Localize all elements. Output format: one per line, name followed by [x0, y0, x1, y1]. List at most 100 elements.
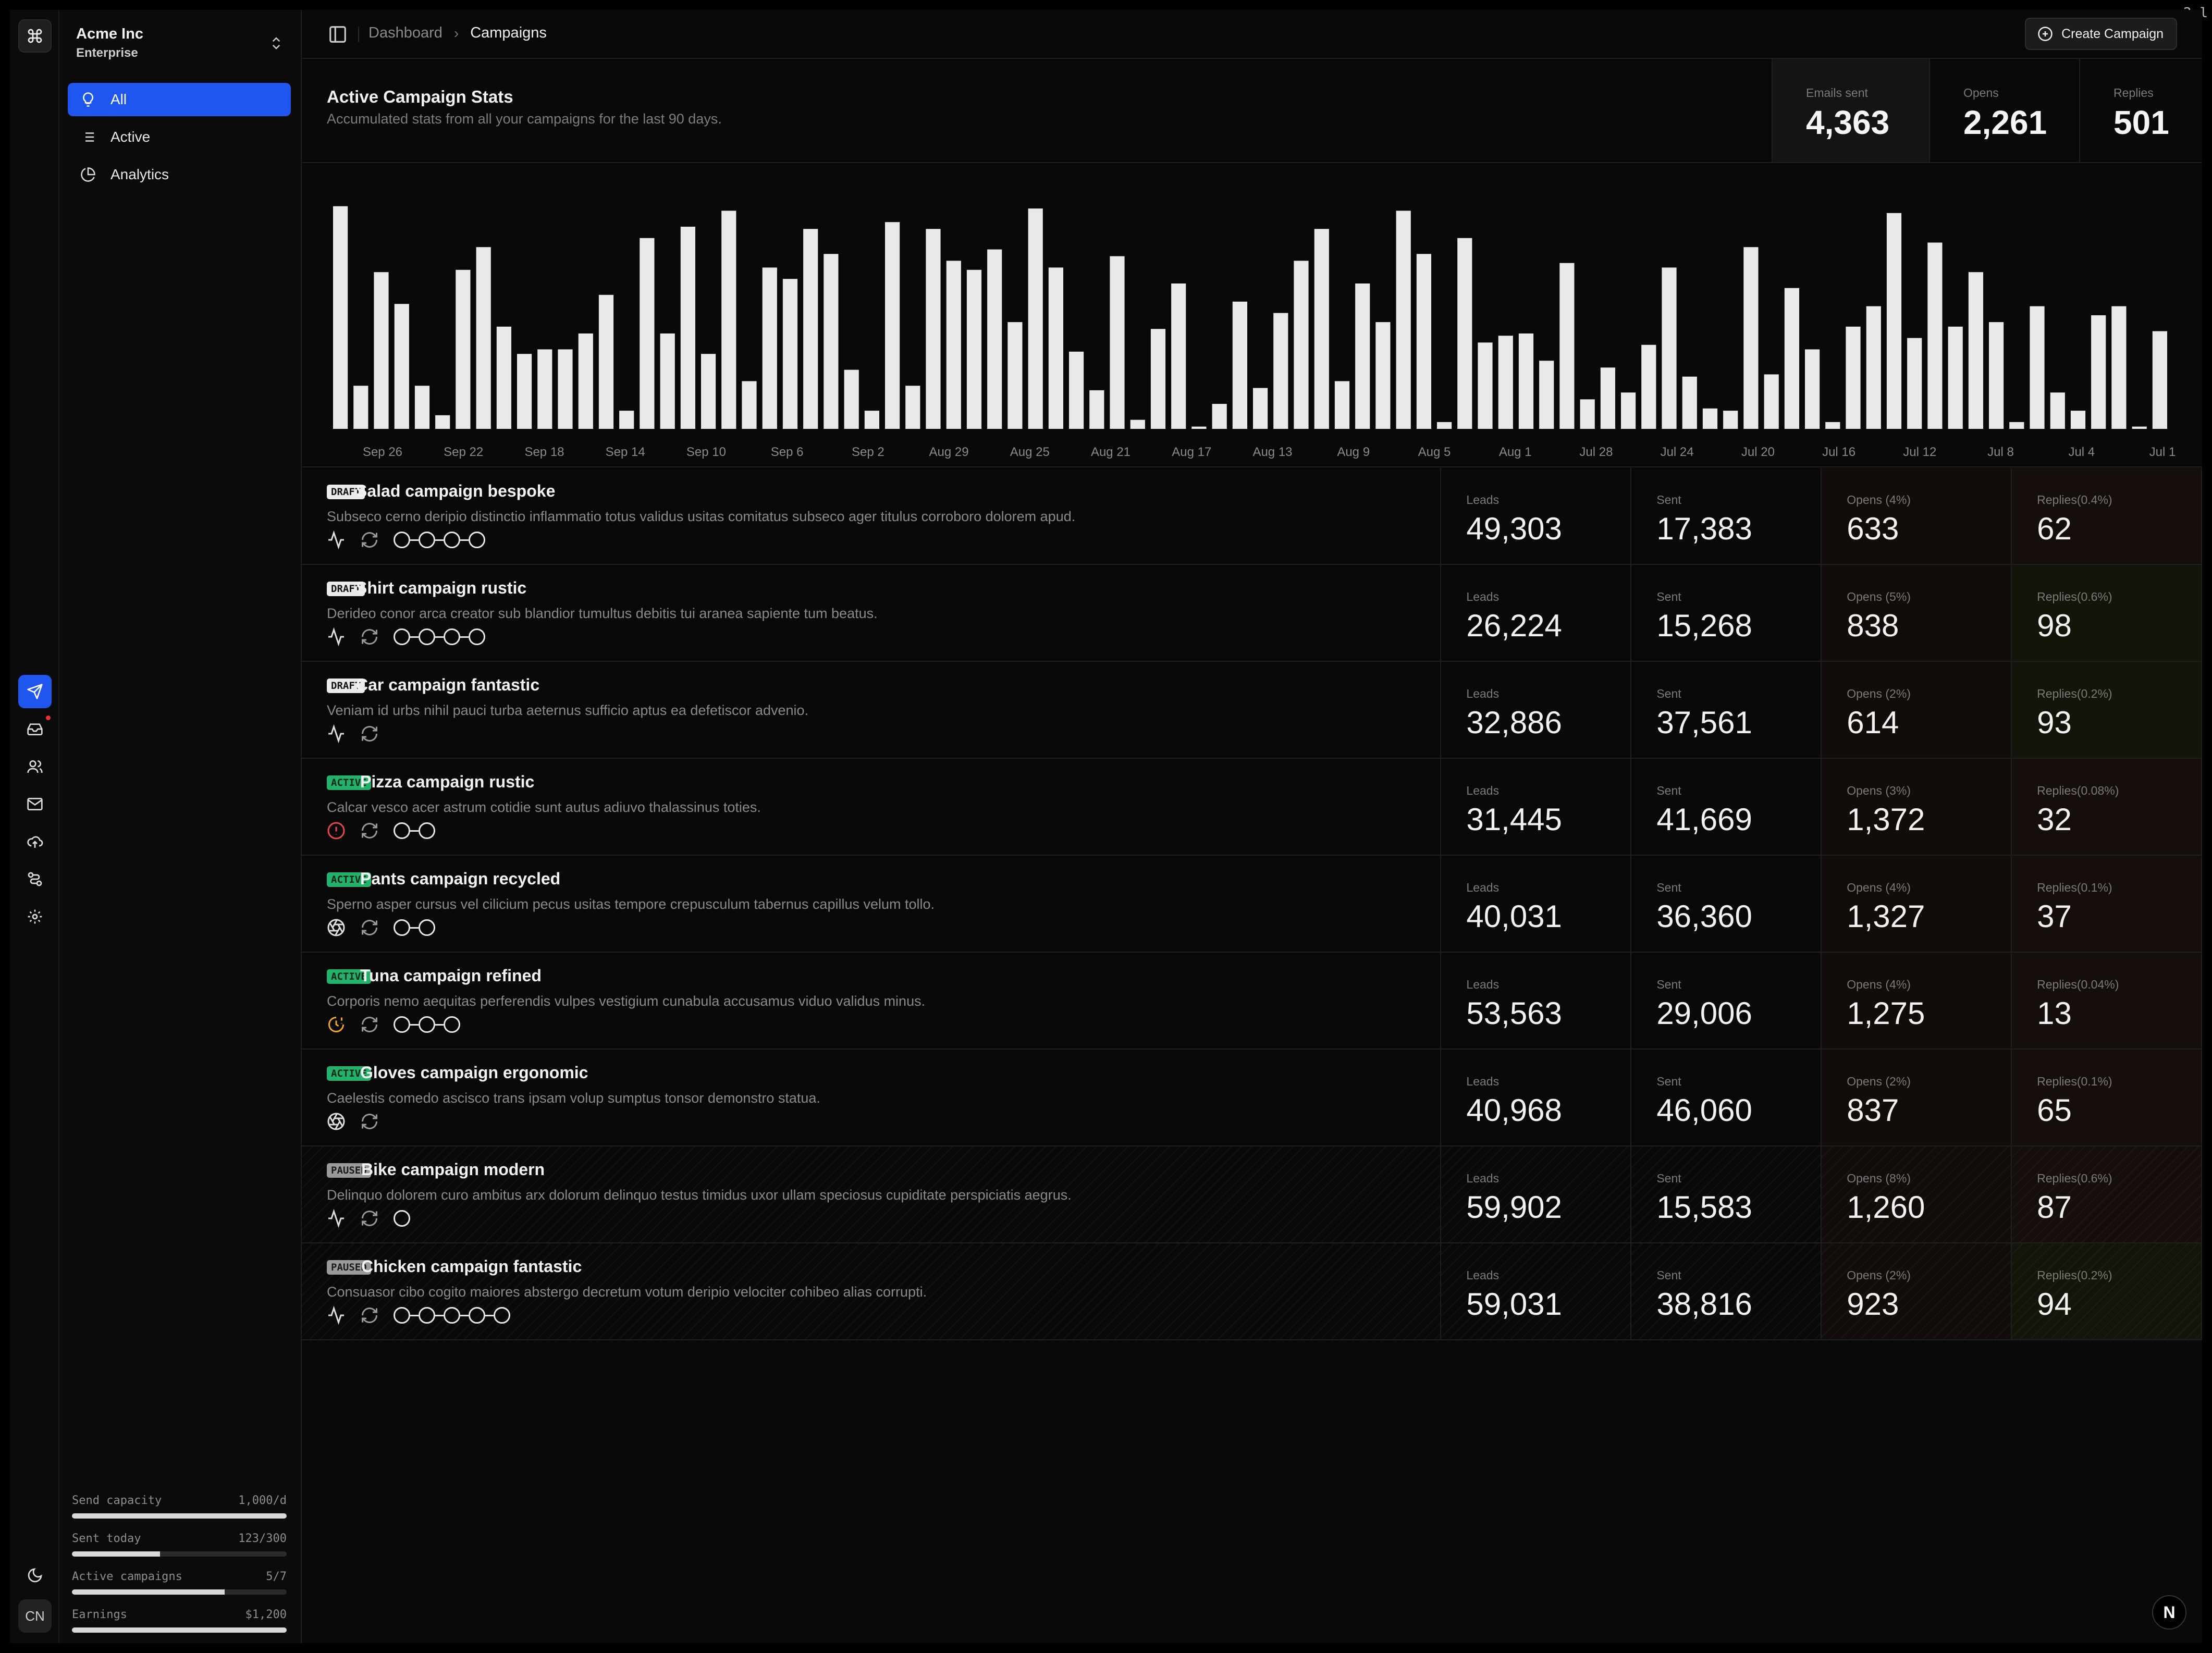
org-switcher[interactable]: Acme Inc Enterprise [76, 26, 290, 67]
chart-bar[interactable] [1314, 229, 1329, 429]
sidebar-item-analytics[interactable]: Analytics [68, 158, 291, 191]
chart-bar[interactable] [1989, 322, 2004, 429]
campaign-info[interactable]: PAUSED Bike campaign modern Delinquo dol… [302, 1146, 1442, 1242]
chart-bar[interactable] [2132, 426, 2147, 429]
chart-bar[interactable] [374, 272, 389, 429]
breadcrumb-dashboard[interactable]: Dashboard [368, 24, 443, 42]
chart-bar[interactable] [701, 354, 716, 429]
chart-bar[interactable] [946, 261, 961, 429]
command-logo-icon[interactable] [18, 19, 52, 53]
chart-bar[interactable] [1028, 208, 1043, 429]
clock-alert-icon[interactable] [327, 1015, 346, 1034]
chart-bar[interactable] [517, 354, 532, 429]
campaign-row[interactable]: ACTIVE Gloves campaign ergonomic Caelest… [302, 1050, 2203, 1146]
aperture-icon[interactable] [327, 1112, 346, 1131]
chart-bar[interactable] [1927, 242, 1943, 429]
chart-bar[interactable] [1600, 367, 1615, 429]
kpi-emails-sent[interactable]: Emails sent 4,363 [1772, 59, 1929, 162]
inbox-icon[interactable] [18, 712, 52, 746]
chart-bar[interactable] [1273, 313, 1288, 429]
sidebar-toggle-icon[interactable] [328, 24, 348, 44]
chart-bar[interactable] [1968, 272, 1983, 429]
chart-bar[interactable] [1805, 349, 1820, 429]
refresh-icon[interactable] [360, 1112, 379, 1131]
chart-bar[interactable] [987, 249, 1002, 429]
chart-bar[interactable] [1907, 338, 1922, 429]
chart-bar[interactable] [1702, 408, 1718, 429]
campaign-row[interactable]: PAUSED Chicken campaign fantastic Consua… [302, 1243, 2203, 1340]
chart-bar[interactable] [864, 411, 879, 429]
activity-icon[interactable] [327, 1305, 346, 1325]
chart-bar[interactable] [394, 304, 409, 429]
campaign-name[interactable]: Salad campaign bespoke [356, 482, 555, 501]
chart-bar[interactable] [1457, 238, 1472, 429]
chart-bar[interactable] [762, 267, 777, 429]
chart-bar[interactable] [1723, 411, 1738, 429]
campaign-info[interactable]: ACTIVE Gloves campaign ergonomic Caelest… [302, 1050, 1442, 1145]
chart-bar[interactable] [905, 386, 920, 429]
chart-bar[interactable] [680, 227, 695, 429]
chart-bar[interactable] [1069, 351, 1084, 429]
chart-bar[interactable] [1048, 267, 1063, 429]
chart-bar[interactable] [1580, 399, 1595, 429]
chart-bar[interactable] [537, 349, 552, 429]
refresh-icon[interactable] [360, 531, 379, 549]
chart-bar[interactable] [1641, 344, 1656, 429]
chart-bar[interactable] [1396, 211, 1411, 429]
campaign-info[interactable]: PAUSED Chicken campaign fantastic Consua… [302, 1243, 1442, 1339]
campaign-row[interactable]: DRAFT Car campaign fantastic Veniam id u… [302, 662, 2203, 759]
chart-bar[interactable] [1682, 376, 1697, 429]
chart-bar[interactable] [2030, 306, 2045, 429]
chart-bar[interactable] [2009, 422, 2024, 429]
chart-bar[interactable] [1007, 322, 1023, 429]
chart-bar[interactable] [1212, 404, 1227, 429]
moon-icon[interactable] [18, 1559, 52, 1592]
campaign-name[interactable]: Chicken campaign fantastic [361, 1257, 582, 1276]
chart-bar[interactable] [435, 415, 450, 429]
campaign-row[interactable]: DRAFT Shirt campaign rustic Derideo cono… [302, 565, 2203, 662]
chart-bar[interactable] [1089, 390, 1104, 429]
chart-bar[interactable] [1846, 326, 1861, 429]
next-badge[interactable]: N [2152, 1595, 2186, 1630]
chart-bar[interactable] [742, 381, 757, 429]
chart-bar[interactable] [333, 206, 348, 429]
refresh-icon[interactable] [360, 627, 379, 646]
campaign-row[interactable]: DRAFT Salad campaign bespoke Subseco cer… [302, 468, 2203, 565]
refresh-icon[interactable] [360, 1209, 379, 1228]
sidebar-item-active[interactable]: Active [68, 120, 291, 154]
chart-bar[interactable] [414, 386, 430, 429]
chart-bar[interactable] [1232, 301, 1247, 429]
campaign-name[interactable]: Bike campaign modern [361, 1160, 545, 1179]
chart-bar[interactable] [1478, 342, 1493, 429]
chart-bar[interactable] [1784, 288, 1799, 429]
chart-bar[interactable] [2091, 315, 2106, 429]
aperture-icon[interactable] [327, 918, 346, 937]
chart-bar[interactable] [1743, 247, 1759, 429]
refresh-icon[interactable] [360, 724, 379, 743]
campaign-name[interactable]: Car campaign fantastic [356, 675, 539, 695]
chart-bar[interactable] [598, 294, 614, 429]
campaign-info[interactable]: DRAFT Shirt campaign rustic Derideo cono… [302, 565, 1442, 661]
chart-bar[interactable] [1948, 326, 1963, 429]
chart-bar[interactable] [1334, 381, 1350, 429]
chart-bar[interactable] [1539, 361, 1554, 429]
chart-bar[interactable] [1518, 333, 1534, 429]
mail-icon[interactable] [18, 787, 52, 821]
chart-bar[interactable] [1498, 336, 1513, 429]
chart-bar[interactable] [2111, 306, 2127, 429]
chart-bar[interactable] [966, 269, 982, 429]
chart-bar[interactable] [1110, 256, 1125, 429]
chart-bar[interactable] [926, 229, 941, 429]
chart-bar[interactable] [619, 411, 634, 429]
chart-bar[interactable] [782, 279, 798, 429]
refresh-icon[interactable] [360, 821, 379, 840]
campaign-row[interactable]: PAUSED Bike campaign modern Delinquo dol… [302, 1146, 2203, 1243]
chart-bar[interactable] [558, 349, 573, 429]
chart-bar[interactable] [496, 326, 511, 429]
campaign-info[interactable]: DRAFT Salad campaign bespoke Subseco cer… [302, 468, 1442, 564]
sidebar-item-all[interactable]: All [68, 83, 291, 116]
workflow-icon[interactable] [18, 862, 52, 896]
kpi-replies[interactable]: Replies 501 [2079, 59, 2202, 162]
chart-bar[interactable] [1253, 388, 1268, 429]
chart-bar[interactable] [476, 247, 491, 429]
